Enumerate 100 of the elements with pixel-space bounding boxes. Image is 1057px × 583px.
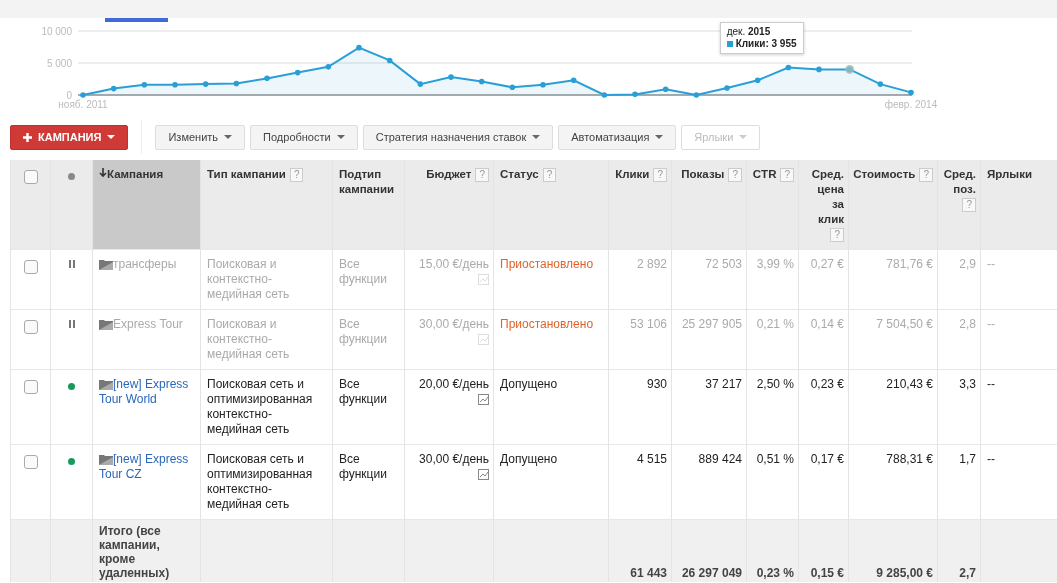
dropdown-button[interactable]: Стратегия назначения ставок bbox=[362, 124, 554, 150]
row-checkbox[interactable] bbox=[23, 380, 38, 394]
clicks-cell: 61 443 bbox=[630, 566, 667, 580]
ctr-cell: 2,50 % bbox=[756, 377, 794, 391]
budget-cell: 15,00 €/день bbox=[419, 257, 489, 271]
data-point bbox=[478, 78, 485, 85]
campaign-link[interactable]: [new] Express Tour World bbox=[99, 377, 194, 407]
column-header[interactable]: Клики bbox=[615, 167, 650, 182]
position-cell: 2,8 bbox=[959, 317, 976, 331]
cost-cell: 9 285,00 € bbox=[876, 566, 933, 580]
type-cell: Поисковая сеть и оптимизированная контекстно-медийная сеть bbox=[207, 452, 313, 511]
caret-icon bbox=[107, 135, 116, 139]
data-point bbox=[570, 77, 577, 84]
data-point bbox=[110, 85, 117, 92]
row-checkbox[interactable] bbox=[23, 260, 38, 274]
position-cell: 1,7 bbox=[959, 452, 976, 466]
caret-icon bbox=[532, 135, 541, 139]
data-point bbox=[601, 92, 608, 98]
total-label: Итого (все кампании, кроме удаленных) bbox=[99, 524, 170, 580]
data-point bbox=[264, 75, 270, 82]
column-header[interactable]: Показы bbox=[681, 167, 725, 182]
ctr-cell: 0,51 % bbox=[756, 452, 794, 466]
folder-icon bbox=[99, 319, 113, 330]
data-point bbox=[754, 77, 761, 84]
data-point bbox=[877, 81, 884, 87]
y-tick-label: 0 bbox=[66, 90, 72, 101]
plus-icon bbox=[23, 132, 32, 142]
impressions-cell: 72 503 bbox=[705, 257, 742, 271]
data-point bbox=[325, 64, 332, 70]
cpc-cell: 0,15 € bbox=[810, 566, 844, 580]
impressions-cell: 889 424 bbox=[698, 452, 742, 466]
y-tick-label: 10 000 bbox=[41, 26, 72, 37]
status-dot-icon bbox=[68, 173, 75, 180]
type-cell: Поисковая и контекстно-медийная сеть bbox=[207, 257, 290, 301]
column-header[interactable]: Кампания bbox=[107, 167, 164, 182]
column-header[interactable]: Статус bbox=[500, 167, 539, 182]
ctr-cell: 0,21 % bbox=[756, 317, 794, 331]
caret-icon bbox=[336, 135, 345, 139]
folder-icon bbox=[99, 379, 113, 390]
data-point bbox=[294, 69, 301, 76]
labels-cell: -- bbox=[987, 317, 995, 331]
data-point bbox=[141, 81, 148, 88]
data-point bbox=[693, 92, 700, 98]
impressions-cell: 25 297 905 bbox=[681, 317, 742, 331]
cpc-cell: 0,27 € bbox=[810, 257, 844, 271]
x-tick-label: нояб. 2011 bbox=[58, 99, 108, 110]
data-point bbox=[356, 44, 362, 51]
data-point bbox=[724, 85, 730, 91]
legend-icon bbox=[726, 41, 733, 47]
column-header[interactable]: CTR bbox=[752, 167, 777, 182]
position-cell: 2,7 bbox=[959, 566, 976, 580]
data-point bbox=[172, 81, 178, 88]
position-cell: 2,9 bbox=[959, 257, 976, 271]
data-point bbox=[662, 86, 669, 93]
column-header[interactable]: Стоимость bbox=[853, 167, 916, 182]
column-header[interactable]: Сред. цена за клик bbox=[803, 167, 844, 227]
tooltip-title: дек. 2015 bbox=[726, 26, 772, 38]
chart-icon[interactable] bbox=[478, 394, 489, 405]
cost-cell: 210,43 € bbox=[886, 377, 933, 391]
chart-icon[interactable] bbox=[478, 469, 489, 480]
subtype-cell: Все функции bbox=[339, 257, 387, 286]
column-header[interactable]: Бюджет bbox=[426, 167, 472, 182]
ctr-cell: 0,23 % bbox=[756, 566, 794, 580]
budget-cell: 30,00 €/день bbox=[419, 452, 489, 466]
add-campaign-button[interactable]: КАМПАНИЯ bbox=[10, 124, 129, 150]
status-cell: Допущено bbox=[500, 452, 558, 466]
data-point bbox=[202, 81, 209, 87]
data-point bbox=[816, 66, 822, 73]
sort-arrow-icon bbox=[99, 168, 107, 178]
data-point bbox=[80, 92, 86, 98]
data-point bbox=[386, 57, 393, 64]
column-header[interactable]: Сред. поз. bbox=[942, 167, 976, 197]
dropdown-button[interactable]: Автоматизация bbox=[558, 124, 677, 150]
row-checkbox[interactable] bbox=[23, 455, 38, 469]
cpc-cell: 0,23 € bbox=[810, 377, 844, 391]
column-header[interactable]: Ярлыки bbox=[987, 167, 1032, 182]
folder-icon bbox=[99, 454, 113, 465]
data-point bbox=[785, 64, 792, 71]
budget-cell: 30,00 €/день bbox=[419, 317, 489, 331]
folder-icon bbox=[99, 259, 113, 270]
campaign-link[interactable]: [new] Express Tour CZ bbox=[99, 452, 194, 482]
clicks-cell: 53 106 bbox=[630, 317, 667, 331]
subtype-cell: Все функции bbox=[339, 377, 387, 406]
cpc-cell: 0,14 € bbox=[810, 317, 844, 331]
status-cell: Допущено bbox=[500, 377, 558, 391]
status-cell: Приостановлено bbox=[500, 257, 594, 271]
data-point bbox=[509, 84, 516, 91]
data-point bbox=[448, 74, 454, 80]
dropdown-button[interactable]: Изменить bbox=[155, 124, 246, 150]
data-point bbox=[908, 89, 914, 96]
position-cell: 3,3 bbox=[959, 377, 976, 391]
select-all-checkbox[interactable] bbox=[23, 170, 38, 184]
status-cell: Приостановлено bbox=[500, 317, 594, 331]
clicks-cell: 4 515 bbox=[636, 452, 667, 466]
data-point bbox=[540, 81, 546, 88]
column-header[interactable]: Тип кампании bbox=[207, 167, 286, 182]
ctr-cell: 3,99 % bbox=[756, 257, 794, 271]
dropdown-button[interactable]: Подробности bbox=[250, 124, 358, 150]
cpc-cell: 0,17 € bbox=[810, 452, 844, 466]
row-checkbox[interactable] bbox=[23, 320, 38, 334]
